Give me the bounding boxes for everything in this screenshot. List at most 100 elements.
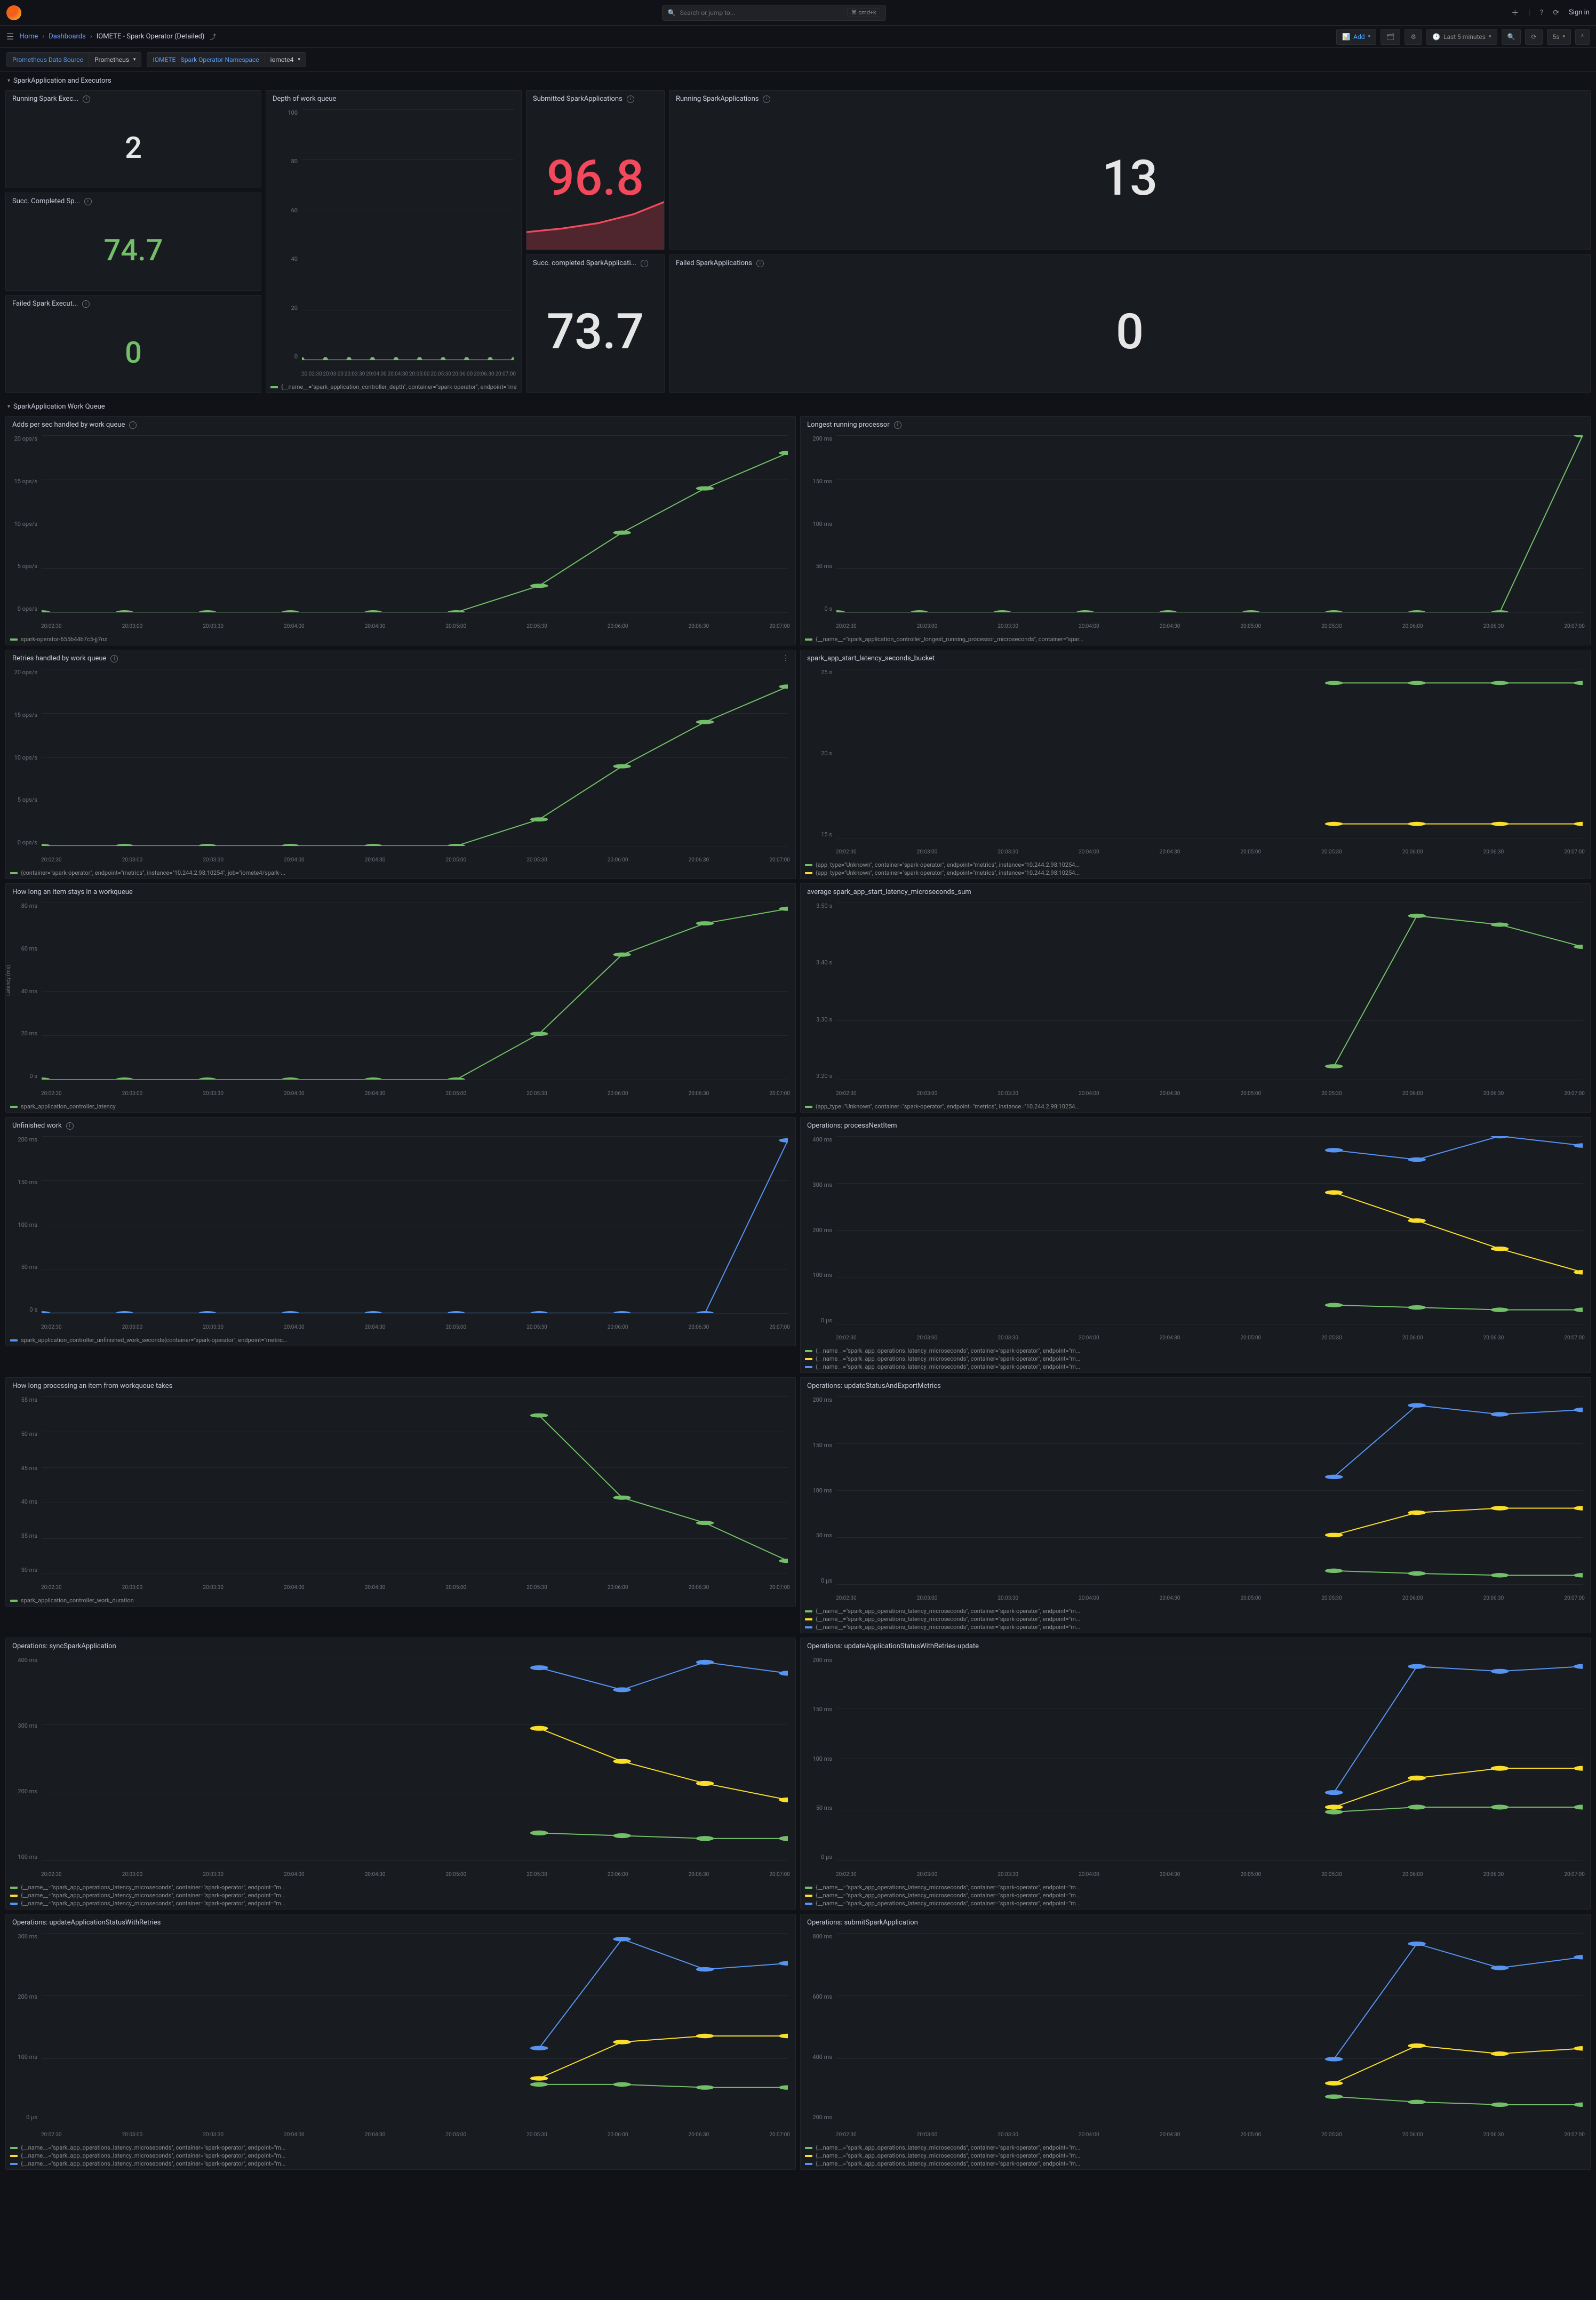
share-icon[interactable]: ⤴ (210, 32, 216, 41)
legend-label: spark-operator-655b44b7c5-jj7nz (21, 636, 107, 643)
refresh-interval[interactable]: 5s ▾ (1547, 29, 1571, 45)
global-search[interactable]: 🔍 Search or jump to... ⌘ cmd+k (662, 5, 886, 21)
info-icon[interactable]: i (894, 421, 901, 429)
settings-button[interactable]: ⚙ (1405, 29, 1422, 45)
legend: spark-operator-655b44b7c5-jj7nz (6, 635, 795, 645)
info-icon[interactable]: i (66, 1122, 74, 1130)
panel-running-exec[interactable]: Running Spark Exec...i 2 (5, 90, 261, 188)
legend-item[interactable]: {__name__="spark_app_operations_latency_… (805, 1608, 1586, 1615)
legend-item[interactable]: {__name__="spark_app_operations_latency_… (10, 2160, 791, 2167)
kiosk-button[interactable]: ^ (1575, 29, 1590, 45)
menu-icon[interactable]: ☰ (6, 31, 14, 42)
info-icon[interactable]: i (627, 95, 634, 103)
var-value[interactable]: Prometheus ▾ (89, 52, 142, 67)
panel-submit[interactable]: Operations: submitSparkApplication 800 m… (800, 1914, 1591, 2170)
info-icon[interactable]: i (763, 95, 770, 103)
info-icon[interactable]: i (82, 300, 90, 308)
panel-sync[interactable]: Operations: syncSparkApplication 400 ms3… (5, 1638, 796, 1910)
panel-failed[interactable]: Failed SparkApplicationsi 0 (669, 254, 1591, 393)
legend-item[interactable]: {__name__="spark_app_operations_latency_… (805, 1884, 1586, 1891)
x-tick: 20:05:00 (446, 2132, 467, 2140)
legend-item[interactable]: {__name__="spark_app_operations_latency_… (805, 2144, 1586, 2151)
info-icon[interactable]: i (756, 260, 764, 267)
legend-item[interactable]: {__name__="spark_application_controller_… (270, 384, 517, 390)
legend-item[interactable]: spark_application_controller_latency (10, 1103, 791, 1110)
legend-item[interactable]: {__name__="spark_app_operations_latency_… (805, 1892, 1586, 1899)
panel-succ-sp[interactable]: Succ. Completed Sp...i 74.7 (5, 193, 261, 291)
legend-item[interactable]: {__name__="spark_app_operations_latency_… (805, 1624, 1586, 1631)
panel-longest[interactable]: Longest running processor i 200 ms150 ms… (800, 416, 1591, 645)
info-icon[interactable]: i (110, 655, 118, 662)
panel-stay[interactable]: How long an item stays in a workqueue La… (5, 883, 796, 1113)
crumb-dashboards[interactable]: Dashboards (49, 33, 86, 41)
x-tick: 20:02:30 (836, 1091, 857, 1099)
grafana-logo[interactable] (6, 5, 21, 20)
info-icon[interactable]: i (129, 421, 137, 429)
var-value[interactable]: iomete4 ▾ (265, 52, 306, 67)
news-icon[interactable]: ⟳ (1553, 9, 1559, 17)
x-tick: 20:04:30 (1160, 1872, 1180, 1880)
legend-item[interactable]: {__name__="spark_app_operations_latency_… (10, 2152, 791, 2159)
legend-item[interactable]: {__name__="spark_app_operations_latency_… (10, 2144, 791, 2151)
row-header-executors[interactable]: ▾ SparkApplication and Executors (0, 71, 1596, 90)
panel-running-apps[interactable]: Running SparkApplications i 13 (669, 90, 1591, 250)
info-icon[interactable]: i (84, 198, 92, 205)
legend-item[interactable]: {__name__="spark_app_operations_latency_… (805, 1363, 1586, 1370)
panel-menu-icon[interactable]: ⋮ (782, 654, 789, 662)
legend-item[interactable]: spark_application_controller_unfinished_… (10, 1337, 791, 1344)
crumb-home[interactable]: Home (19, 33, 38, 41)
save-button[interactable]: 🗂 (1380, 29, 1400, 45)
plus-icon[interactable]: ＋ (1511, 7, 1519, 18)
x-tick: 20:04:30 (365, 857, 386, 865)
panel-submitted[interactable]: Submitted SparkApplications i 96.8 (526, 90, 665, 250)
legend-item[interactable]: {__name__="spark_app_operations_latency_… (805, 1355, 1586, 1362)
legend-item[interactable]: {__name__="spark_app_operations_latency_… (10, 1900, 791, 1907)
zoom-out-button[interactable]: 🔍 (1502, 29, 1521, 45)
panel-updretriesupd[interactable]: Operations: updateApplicationStatusWithR… (800, 1638, 1591, 1910)
row-header-workqueue[interactable]: ▾ SparkApplication Work Queue (0, 397, 1596, 416)
panel-depth[interactable]: Depth of work queue 100806040200 20:02:3… (266, 90, 522, 393)
legend-item[interactable]: {__name__="spark_application_controller_… (805, 636, 1586, 643)
legend-item[interactable]: {__name__="spark_app_operations_latency_… (805, 1347, 1586, 1354)
legend-item[interactable]: {app_type="Unknown", container="spark-op… (805, 869, 1586, 876)
legend-item[interactable]: spark_application_controller_work_durati… (10, 1597, 791, 1604)
legend-item[interactable]: {__name__="spark_app_operations_latency_… (805, 2152, 1586, 2159)
timerange-picker[interactable]: 🕑 Last 5 minutes ▾ (1426, 29, 1497, 45)
add-button[interactable]: 📊 Add ▾ (1336, 29, 1376, 45)
x-axis: 20:02:3020:03:0020:03:3020:04:0020:04:30… (836, 622, 1585, 632)
legend-item[interactable]: spark-operator-655b44b7c5-jj7nz (10, 636, 791, 643)
x-tick: 20:03:30 (998, 1335, 1018, 1343)
var-namespace[interactable]: IOMETE - Spark Operator Namespace iomete… (147, 52, 306, 67)
panel-title: Operations: updateApplicationStatusWithR… (807, 1642, 979, 1650)
legend-item[interactable]: {__name__="spark_app_operations_latency_… (805, 1900, 1586, 1907)
legend-item[interactable]: {__name__="spark_app_operations_latency_… (10, 1892, 791, 1899)
panel-title: Running Spark Exec... (12, 95, 78, 103)
panel-succ-pct[interactable]: Succ. completed SparkApplicati...i 73.7 (526, 254, 665, 393)
panel-updexport[interactable]: Operations: updateStatusAndExportMetrics… (800, 1377, 1591, 1633)
info-icon[interactable]: i (83, 95, 90, 103)
panel-updretries[interactable]: Operations: updateApplicationStatusWithR… (5, 1914, 796, 2170)
y-axis-label: Latency (ms) (6, 965, 12, 996)
panel-bucket[interactable]: spark_app_start_latency_seconds_bucket 2… (800, 650, 1591, 879)
legend-item[interactable]: {__name__="spark_app_operations_latency_… (805, 2160, 1586, 2167)
y-tick: 200 ms (812, 2114, 832, 2121)
legend-item[interactable]: {container="spark-operator", endpoint="m… (10, 869, 791, 876)
info-icon[interactable]: i (641, 260, 648, 267)
panel-retries[interactable]: Retries handled by work queue i ⋮ 20 ops… (5, 650, 796, 879)
legend-item[interactable]: {app_type="Unknown", container="spark-op… (805, 861, 1586, 868)
sign-in-link[interactable]: Sign in (1569, 9, 1590, 17)
x-tick: 20:05:30 (1321, 1335, 1342, 1343)
legend-item[interactable]: {__name__="spark_app_operations_latency_… (10, 1884, 791, 1891)
legend-item[interactable]: {app_type="Unknown", container="spark-op… (805, 1103, 1586, 1110)
panel-failed-exec[interactable]: Failed Spark Execut...i 0 (5, 295, 261, 393)
panel-proctakes[interactable]: How long processing an item from workque… (5, 1377, 796, 1607)
panel-adds[interactable]: Adds per sec handled by work queue i 20 … (5, 416, 796, 645)
panel-processnext[interactable]: Operations: processNextItem 400 ms300 ms… (800, 1117, 1591, 1373)
legend-item[interactable]: {__name__="spark_app_operations_latency_… (805, 1616, 1586, 1623)
refresh-button[interactable]: ⟳ (1525, 29, 1542, 45)
x-tick: 20:04:30 (1160, 1595, 1180, 1603)
help-icon[interactable]: ? (1540, 9, 1544, 17)
panel-unfinished[interactable]: Unfinished work i 200 ms150 ms100 ms50 m… (5, 1117, 796, 1346)
panel-avg[interactable]: average spark_app_start_latency_microsec… (800, 883, 1591, 1113)
var-datasource[interactable]: Prometheus Data Source Prometheus ▾ (6, 52, 141, 67)
